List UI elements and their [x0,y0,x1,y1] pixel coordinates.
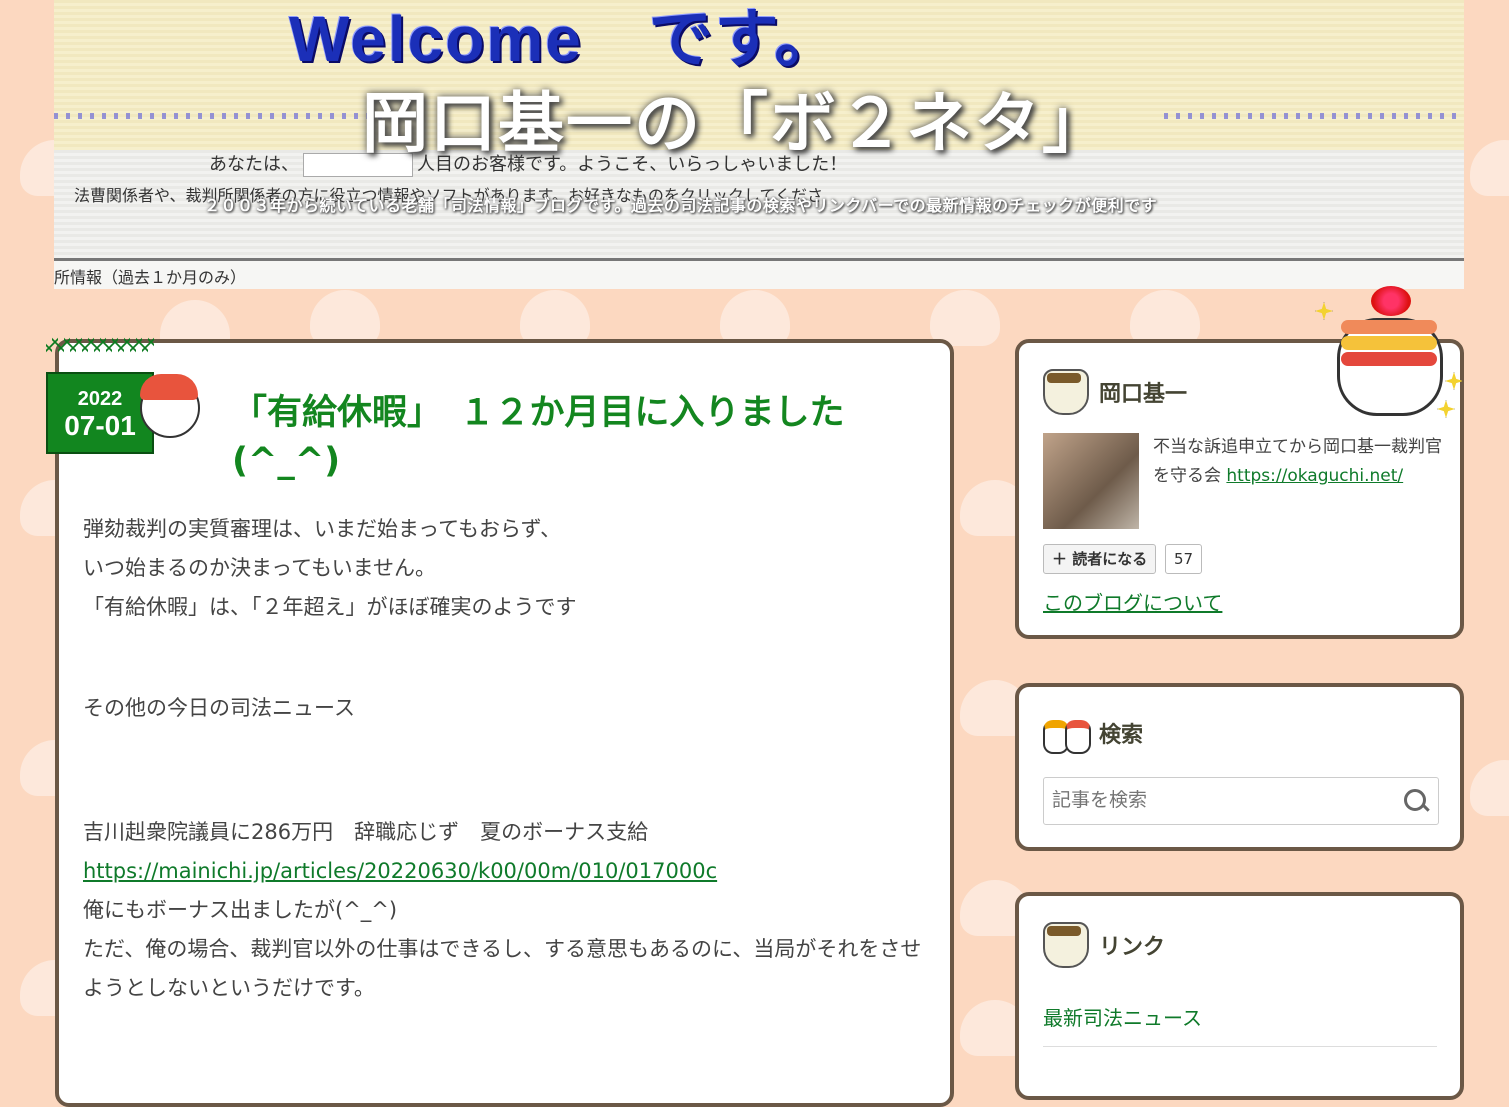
header-sub-strip [54,261,1464,289]
sushi-decoration-icon [1315,280,1465,420]
search-card: 検索 [1015,683,1464,851]
article-title[interactable]: 「有給休暇」 １２か月目に入りました(^_^) [232,389,932,485]
search-title: 検索 [1099,723,1144,748]
body-line: いつ始まるのか決まってもいません。 [83,556,437,580]
subscribe-button[interactable]: ＋ 読者になる [1043,544,1157,574]
links-card: リンク 最新司法ニュース [1015,892,1464,1100]
decorative-dots [54,113,384,119]
about-blog-link[interactable]: このブログについて [1043,587,1222,616]
body-line: 「有給休暇」は、「２年超え」がほぼ確実のようです [83,595,577,619]
body-line: その他の今日の司法ニュース [83,696,355,720]
profile-header: 岡口基一 [1043,369,1187,415]
link-latest-legal-news[interactable]: 最新司法ニュース [1043,1002,1202,1031]
article-body: 弾劾裁判の実質審理は、いまだ始まってもおらず、 いつ始まるのか決まってもいません… [83,510,923,1008]
date-box: 2022 07-01 [46,372,154,454]
blog-header[interactable]: Welcome です。 あなたは、 人目のお客様です。ようこそ、いらっしゃいました… [54,0,1464,289]
body-line: ただ、俺の場合、裁判官以外の仕事はできるし、する意思もあるのに、当局がそれをさせ… [83,937,922,1000]
search-header: 検索 [1043,717,1144,754]
profile-url-link[interactable]: https://okaguchi.net/ [1226,466,1403,486]
recent-info-label: 所情報（過去１か月のみ） [54,268,247,287]
site-description: ２００３年から続いている老舗「司法情報」ブログです。過去の司法記事の検索やリンク… [204,196,1158,215]
site-title[interactable]: 岡口基一の「ボ２ネタ」 [362,70,1110,166]
sushi-mascot-icon [140,374,200,438]
profile-description: 不当な訴追申立てから岡口基一裁判官を守る会 https://okaguchi.n… [1153,433,1443,491]
body-line: 弾劾裁判の実質審理は、いまだ始まってもおらず、 [83,517,562,541]
profile-name[interactable]: 岡口基一 [1099,376,1187,408]
profile-icon [1043,369,1089,415]
date-badge: 2022 07-01 [46,310,154,454]
date-month-day: 07-01 [64,410,136,441]
date-year: 2022 [77,388,123,410]
link-divider [1043,1046,1437,1047]
search-input[interactable] [1044,778,1390,822]
welcome-banner-text: Welcome です。 [289,3,841,75]
search-icon[interactable] [1404,789,1426,811]
links-title: リンク [1099,935,1166,960]
links-header: リンク [1043,922,1165,968]
news-link[interactable]: https://mainichi.jp/articles/20220630/k0… [83,859,717,883]
profile-photo[interactable] [1043,433,1139,529]
decorative-dots [1164,113,1464,119]
grass-decoration [46,310,154,380]
reader-count: 57 [1165,544,1203,574]
body-line: 吉川赳衆院議員に286万円 辞職応じず 夏のボーナス支給 [83,820,649,844]
links-icon [1043,922,1089,968]
body-line: 俺にもボーナス出ましたが(^_^) [83,898,398,922]
subscribe-label: 読者になる [1072,550,1148,568]
greeting-before: あなたは、 [209,154,299,175]
sushi-pair-icon [1043,720,1091,754]
search-box [1043,777,1439,825]
